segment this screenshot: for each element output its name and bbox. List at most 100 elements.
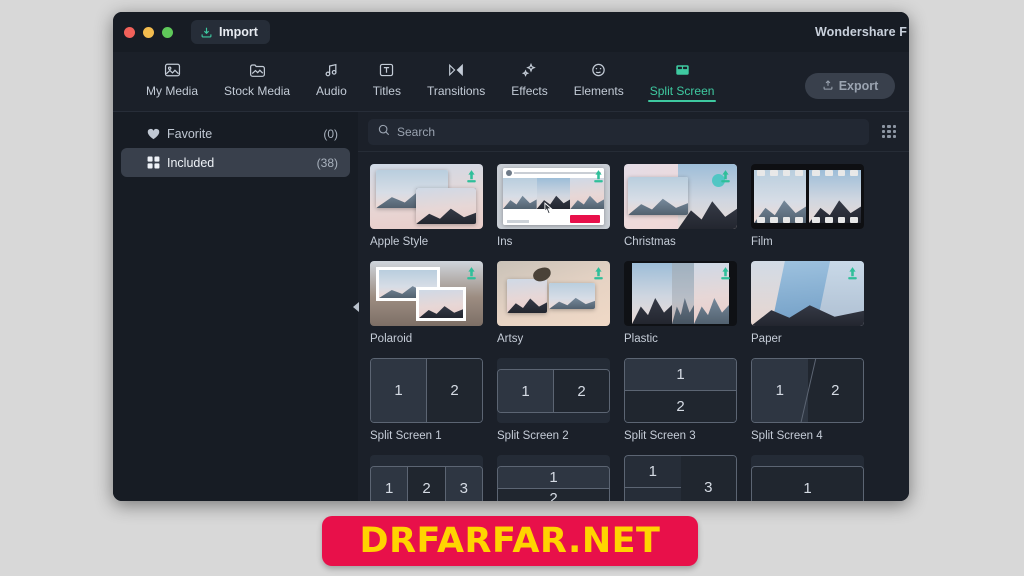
layout-cell <box>625 487 681 501</box>
template-thumbnail: 1 3 <box>624 455 737 501</box>
template-tile[interactable]: 1 2 Split Screen 1 <box>370 358 483 442</box>
thumb-layer <box>549 283 595 309</box>
minimize-window-button[interactable] <box>143 26 154 38</box>
tab-elements[interactable]: Elements <box>561 52 637 98</box>
layout-cell: 1 <box>752 467 863 501</box>
image-icon <box>164 61 181 79</box>
layout-cell: 1 <box>371 467 408 501</box>
template-name: Split Screen 2 <box>497 430 569 442</box>
layout-preview: 1 2 <box>497 466 610 501</box>
template-tile[interactable]: Ins <box>497 164 610 248</box>
sidebar: Favorite (0) Included (38) <box>113 112 359 501</box>
tab-split-screen[interactable]: Split Screen <box>637 52 728 102</box>
download-icon[interactable] <box>593 267 604 280</box>
template-thumbnail <box>751 261 864 326</box>
layout-cell: 2 <box>625 390 736 422</box>
sidebar-item-included[interactable]: Included (38) <box>121 148 350 177</box>
sparkle-icon <box>521 61 538 79</box>
template-thumbnail: 1 2 <box>497 455 610 501</box>
export-icon <box>822 79 834 94</box>
template-name: Apple Style <box>370 236 429 248</box>
tab-titles[interactable]: Titles <box>360 52 414 98</box>
close-window-button[interactable] <box>124 26 135 38</box>
layout-cell: 2 <box>407 467 445 501</box>
template-tile[interactable]: Film <box>751 164 864 248</box>
tab-label: Transitions <box>426 84 486 98</box>
download-icon[interactable] <box>720 267 731 280</box>
grid-four-icon <box>147 156 167 169</box>
thumb-layer <box>628 177 688 215</box>
content-panel: Search Apple Style Ins Christmas Film Po… <box>358 112 909 501</box>
title-bar: Import Wondershare F <box>113 12 909 52</box>
export-button[interactable]: Export <box>805 73 895 99</box>
layout-cell: 2 <box>426 359 482 422</box>
sidebar-item-label: Included <box>167 155 215 170</box>
search-icon <box>378 123 390 141</box>
template-tile[interactable]: 1 <box>751 455 864 501</box>
layout-preview: 1 2 <box>497 369 610 413</box>
tab-label: Effects <box>511 84 548 98</box>
tab-my-media[interactable]: My Media <box>133 52 211 98</box>
thumb-layer <box>507 279 547 313</box>
sidebar-item-favorite[interactable]: Favorite (0) <box>121 119 350 148</box>
template-name: Polaroid <box>370 333 413 345</box>
template-tile[interactable]: Christmas <box>624 164 737 248</box>
layout-cell: 1 <box>371 359 426 422</box>
layout-cell: 2 <box>498 487 609 501</box>
download-icon[interactable] <box>720 170 731 183</box>
template-tile[interactable]: 1 2 Split Screen 4 <box>751 358 864 442</box>
template-tile[interactable]: Paper <box>751 261 864 345</box>
sidebar-item-label: Favorite <box>167 126 213 141</box>
smiley-icon <box>590 61 607 79</box>
tab-label: Audio <box>316 84 347 98</box>
layout-subsplit: 1 <box>625 456 681 501</box>
template-thumbnail <box>497 261 610 326</box>
tab-audio[interactable]: Audio <box>303 52 360 98</box>
tab-effects[interactable]: Effects <box>498 52 560 98</box>
layout-preview: 1 2 <box>751 358 864 423</box>
template-grid-scroll[interactable]: Apple Style Ins Christmas Film Polaroid … <box>358 152 909 501</box>
template-thumbnail <box>370 261 483 326</box>
template-tile[interactable]: Polaroid <box>370 261 483 345</box>
layout-preview: 1 3 <box>624 455 737 501</box>
tab-bar: My Media Stock Media Audio Titles Transi… <box>113 52 909 112</box>
layout-cell: 1 <box>498 370 553 412</box>
tab-stock-media[interactable]: Stock Media <box>211 52 303 98</box>
layout-preview: 1 2 3 <box>370 466 483 501</box>
layout-cell: 2 <box>553 370 609 412</box>
template-tile[interactable]: 1 2 Split Screen 2 <box>497 358 610 442</box>
layout-cell: 3 <box>444 467 482 501</box>
template-tile[interactable]: 1 2 Split Screen 3 <box>624 358 737 442</box>
transition-icon <box>447 61 465 79</box>
thumb-background <box>751 164 864 229</box>
download-icon[interactable] <box>466 170 477 183</box>
template-tile[interactable]: 1 2 <box>497 455 610 501</box>
download-icon[interactable] <box>466 267 477 280</box>
tab-transitions[interactable]: Transitions <box>414 52 498 98</box>
template-tile[interactable]: 1 3 <box>624 455 737 501</box>
template-thumbnail <box>370 164 483 229</box>
app-title: Wondershare F <box>814 25 907 39</box>
download-icon[interactable] <box>847 267 858 280</box>
search-row: Search <box>358 112 909 152</box>
template-tile[interactable]: Artsy <box>497 261 610 345</box>
template-thumbnail: 1 2 <box>370 358 483 423</box>
template-tile[interactable]: Apple Style <box>370 164 483 248</box>
template-tile[interactable]: Plastic <box>624 261 737 345</box>
search-input[interactable]: Search <box>368 118 869 145</box>
grid-view-icon[interactable] <box>877 120 901 144</box>
import-icon <box>200 26 213 39</box>
import-button[interactable]: Import <box>191 20 270 44</box>
download-icon[interactable] <box>593 170 604 183</box>
cursor-icon <box>544 202 553 220</box>
layout-preview: 1 2 <box>370 358 483 423</box>
collapse-sidebar-handle[interactable] <box>353 301 359 312</box>
maximize-window-button[interactable] <box>162 26 173 38</box>
template-thumbnail: 1 2 3 <box>370 455 483 501</box>
thumb-layer <box>416 188 476 224</box>
thumb-layer <box>632 263 672 324</box>
template-name: Paper <box>751 333 782 345</box>
template-thumbnail <box>624 164 737 229</box>
template-tile[interactable]: 1 2 3 <box>370 455 483 501</box>
tab-label: Titles <box>372 84 401 98</box>
